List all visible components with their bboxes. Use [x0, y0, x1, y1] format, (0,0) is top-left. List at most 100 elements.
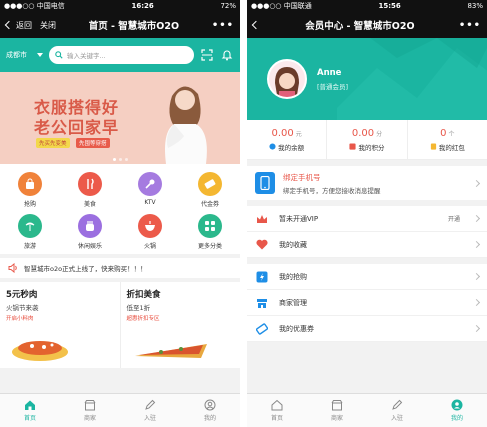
category-label: 旅游 [23, 243, 36, 250]
chevron-left-icon [4, 20, 14, 30]
battery-label: 83% [467, 2, 483, 10]
tab-label: 商家 [330, 415, 343, 422]
city-label: 成都市 [6, 51, 27, 59]
search-icon [55, 51, 63, 59]
banner-line-2: 老公回家早 [34, 118, 120, 137]
menu-item-flash-sales[interactable]: 我的抢购 [247, 264, 487, 290]
close-button[interactable]: 关闭 [40, 20, 56, 31]
bell-icon[interactable] [220, 48, 234, 62]
announcement-text: 智慧城市o2o正式上线了，快来购买！！！ [24, 265, 147, 273]
deal-tag: 超惠折扣专区 [126, 316, 160, 322]
back-button[interactable]: 返回 [4, 20, 32, 31]
battery-label: 72% [220, 2, 236, 10]
deal-card[interactable]: 折扣美食 低至1折 超惠折扣专区 [119, 282, 241, 368]
ticket-icon [198, 172, 222, 196]
stat-value: 0.00 [271, 127, 294, 139]
chevron-left-icon [251, 20, 261, 30]
palm-tree-icon [18, 214, 42, 238]
bind-phone-title: 绑定手机号 [283, 172, 321, 182]
category-item[interactable]: 抢购 [0, 172, 60, 208]
menu-label: 我的收藏 [279, 240, 307, 249]
bottom-tab-bar: 首页 商家 入驻 我的 [247, 393, 487, 427]
deal-tag: 开启小料肉 [6, 316, 34, 322]
stat-unit: 分 [376, 130, 383, 138]
category-item[interactable]: KTV [120, 172, 180, 208]
profile-header: Anne [普通会员] [247, 38, 487, 120]
hotpot-dish-image [12, 341, 68, 361]
store-icon [331, 400, 343, 411]
bind-phone-row[interactable]: 绑定手机号 绑定手机号，方便您接收消息提醒 [247, 166, 487, 200]
announcement-bar[interactable]: 智慧城市o2o正式上线了，快来购买！！！ [0, 258, 240, 278]
menu-label: 我的优惠券 [279, 324, 314, 333]
menu-label: 暂未开通VIP [279, 214, 319, 223]
chevron-right-icon [472, 298, 481, 307]
category-item[interactable]: 代金券 [180, 172, 240, 208]
category-label: 火锅 [143, 243, 156, 250]
avatar[interactable] [267, 59, 307, 99]
microphone-icon [138, 172, 162, 196]
banner-tag-1: 先买先变美 [36, 138, 70, 148]
tab-store[interactable]: 商家 [60, 394, 120, 427]
tab-mine[interactable]: 我的 [180, 394, 240, 427]
menu-group-2: 我的抢购 商家管理 我的优惠券 [247, 264, 487, 342]
stat-label: 我的积分 [358, 143, 385, 152]
red-packet-icon [430, 143, 436, 150]
deal-title: 5元秒肉 [6, 290, 38, 300]
nav-bar: 返回 关闭 首页 - 智慧城市O2O ••• [0, 12, 240, 38]
user-icon [204, 399, 216, 411]
menu-item-vip[interactable]: 暂未开通VIP 开通 [247, 206, 487, 232]
tab-store[interactable]: 商家 [307, 394, 367, 427]
more-menu-button[interactable]: ••• [459, 20, 481, 31]
category-item[interactable]: 美食 [60, 172, 120, 208]
speaker-icon [8, 263, 17, 273]
member-level: [普通会员] [317, 82, 349, 91]
deal-subtitle: 低至1折 [126, 304, 151, 312]
tab-home[interactable]: 首页 [247, 394, 307, 427]
pen-icon [392, 399, 403, 410]
city-selector[interactable]: 成都市 [6, 50, 43, 60]
stat-value: 0 [440, 127, 447, 139]
search-input[interactable]: 输入关键字... [49, 46, 194, 64]
tab-join[interactable]: 入驻 [367, 394, 427, 427]
tab-label: 入驻 [143, 415, 156, 422]
stat-label: 我的余额 [278, 143, 305, 152]
scan-icon[interactable] [200, 48, 214, 62]
tab-label: 我的 [203, 415, 216, 422]
promo-banner[interactable]: 衣服搭得好 老公回家早 先买先变美 先囤等穿搭 [0, 72, 240, 164]
menu-item-favorites[interactable]: 我的收藏 [247, 232, 487, 258]
search-placeholder: 输入关键字... [67, 52, 106, 60]
balance-stat[interactable]: 0.00 元 我的余额 [247, 120, 326, 159]
clock: 16:26 [131, 2, 154, 10]
more-menu-button[interactable]: ••• [212, 20, 234, 31]
grid-icon [198, 214, 222, 238]
tab-mine[interactable]: 我的 [427, 394, 487, 427]
activate-link[interactable]: 开通 [448, 214, 460, 223]
deal-card[interactable]: 5元秒肉 火锅节来袭 开启小料肉 [0, 282, 120, 368]
home-screen: ●●●○○ 中国电信 16:26 72% 返回 关闭 首页 - 智慧城市O2O … [0, 0, 240, 427]
deal-title: 折扣美食 [126, 290, 161, 300]
tab-label: 入驻 [390, 415, 403, 422]
bind-phone-subtitle: 绑定手机号，方便您接收消息提醒 [283, 186, 381, 195]
home-icon [25, 400, 35, 410]
category-item[interactable]: 更多分类 [180, 214, 240, 250]
category-item[interactable]: 火锅 [120, 214, 180, 250]
tab-join[interactable]: 入驻 [120, 394, 180, 427]
back-button[interactable] [251, 20, 261, 30]
red-packet-stat[interactable]: 0个 我的红包 [406, 120, 487, 159]
menu-item-coupons[interactable]: 我的优惠券 [247, 316, 487, 342]
category-item[interactable]: 休闲娱乐 [60, 214, 120, 250]
bottom-tab-bar: 首页 商家 入驻 我的 [0, 393, 240, 427]
tab-label: 商家 [83, 415, 96, 422]
menu-item-store-management[interactable]: 商家管理 [247, 290, 487, 316]
phone-icon [255, 172, 275, 194]
hand-icon [78, 214, 102, 238]
category-item[interactable]: 旅游 [0, 214, 60, 250]
deals-section: 5元秒肉 火锅节来袭 开启小料肉 折扣美食 低至1折 超惠折扣专区 [0, 282, 240, 368]
user-icon [451, 399, 463, 411]
points-stat[interactable]: 0.00 分 我的积分 [326, 120, 406, 159]
status-bar: ●●●○○ 中国联通 15:56 83% [247, 0, 487, 12]
status-bar: ●●●○○ 中国电信 16:26 72% [0, 0, 240, 12]
carrier-label: ●●●○○ 中国电信 [4, 2, 65, 10]
tab-home[interactable]: 首页 [0, 394, 60, 427]
category-label: 更多分类 [197, 243, 222, 250]
